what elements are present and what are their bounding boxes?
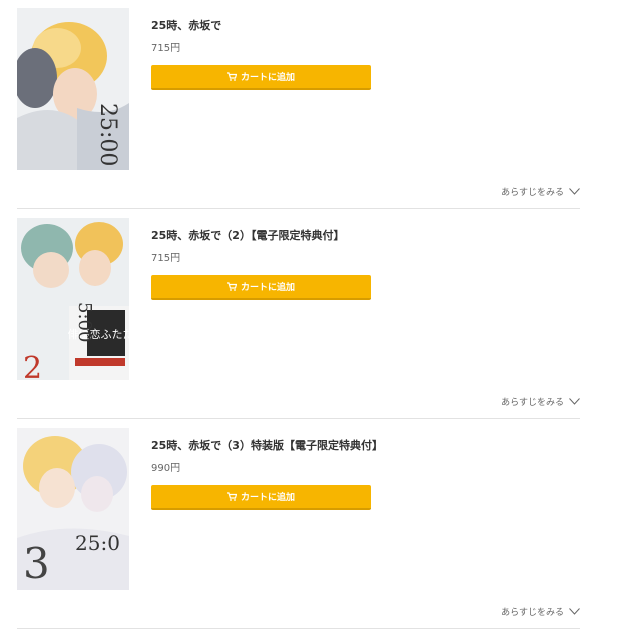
product-item: 3 25:0 25時、赤坂で（3）特装版【電子限定特典付】 990円 カートに追… — [17, 428, 580, 637]
divider — [17, 628, 580, 629]
product-price: 715円 — [151, 43, 181, 54]
synopsis-label: あらすじをみる — [501, 608, 564, 618]
product-item: 25:00 25時、赤坂で 715円 カートに追加 あらすじをみる — [17, 8, 580, 217]
cart-icon — [226, 282, 237, 291]
cover-volume: 3 — [23, 539, 50, 588]
book-cover[interactable]: 俳優恋ふたたび 2 5:00 — [17, 218, 129, 380]
chevron-down-icon — [569, 608, 580, 615]
cover-numeral: 5:00 — [74, 302, 95, 342]
add-to-cart-button[interactable]: カートに追加 — [151, 275, 371, 300]
synopsis-toggle[interactable]: あらすじをみる — [501, 395, 580, 408]
synopsis-label: あらすじをみる — [501, 188, 564, 198]
divider — [17, 208, 580, 209]
divider — [17, 418, 580, 419]
product-title[interactable]: 25時、赤坂で（3）特装版【電子限定特典付】 — [151, 437, 383, 453]
cart-button-label: カートに追加 — [240, 493, 295, 503]
cart-button-label: カートに追加 — [240, 283, 295, 293]
synopsis-label: あらすじをみる — [501, 398, 564, 408]
chevron-down-icon — [569, 188, 580, 195]
cart-icon — [226, 492, 237, 501]
product-title[interactable]: 25時、赤坂で（2）【電子限定特典付】 — [151, 227, 344, 243]
cover-numeral: 25:00 — [95, 103, 120, 166]
synopsis-toggle[interactable]: あらすじをみる — [501, 605, 580, 618]
add-to-cart-button[interactable]: カートに追加 — [151, 485, 371, 510]
add-to-cart-button[interactable]: カートに追加 — [151, 65, 371, 90]
book-cover[interactable]: 3 25:0 — [17, 428, 129, 590]
chevron-down-icon — [569, 398, 580, 405]
product-item: 俳優恋ふたたび 2 5:00 25時、赤坂で（2）【電子限定特典付】 715円 … — [17, 218, 580, 427]
cover-numeral: 25:0 — [75, 531, 120, 555]
cart-icon — [226, 72, 237, 81]
cart-button-label: カートに追加 — [240, 73, 295, 83]
synopsis-toggle[interactable]: あらすじをみる — [501, 185, 580, 198]
book-cover[interactable]: 25:00 — [17, 8, 129, 170]
product-price: 715円 — [151, 253, 181, 264]
product-title[interactable]: 25時、赤坂で — [151, 17, 221, 33]
cover-volume: 2 — [23, 351, 42, 380]
product-price: 990円 — [151, 463, 181, 474]
